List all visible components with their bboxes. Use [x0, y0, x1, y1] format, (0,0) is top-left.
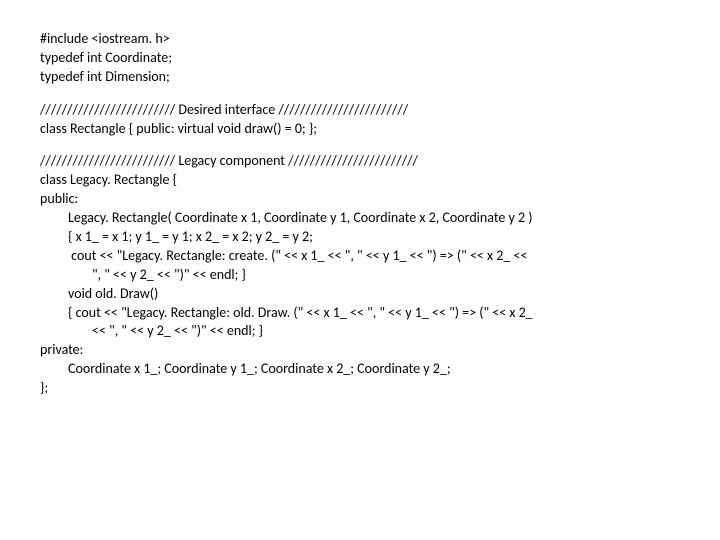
- code-line: class Legacy. Rectangle {: [40, 171, 680, 190]
- code-line: cout << "Legacy. Rectangle: create. (" <…: [40, 247, 680, 266]
- code-line: };: [40, 379, 680, 398]
- section-title: ///////////////////////// Desired interf…: [40, 101, 680, 120]
- code-line: public:: [40, 190, 680, 209]
- code-line: private:: [40, 341, 680, 360]
- code-line: Legacy. Rectangle( Coordinate x 1, Coord…: [40, 209, 680, 228]
- code-line: << ", " << y 2_ << ")" << endl; }: [40, 322, 680, 341]
- code-line: typedef int Coordinate;: [40, 49, 680, 68]
- code-line: #include <iostream. h>: [40, 30, 680, 49]
- code-line: { cout << "Legacy. Rectangle: old. Draw.…: [40, 304, 680, 323]
- code-line: class Rectangle { public: virtual void d…: [40, 120, 680, 139]
- code-line: typedef int Dimension;: [40, 68, 680, 87]
- desired-interface-block: ///////////////////////// Desired interf…: [40, 101, 680, 139]
- code-line: { x 1_ = x 1; y 1_ = y 1; x 2_ = x 2; y …: [40, 228, 680, 247]
- code-line: void old. Draw(): [40, 285, 680, 304]
- code-line: Coordinate x 1_; Coordinate y 1_; Coordi…: [40, 360, 680, 379]
- code-line: ", " << y 2_ << ")" << endl; }: [40, 266, 680, 285]
- section-title: ///////////////////////// Legacy compone…: [40, 152, 680, 171]
- legacy-component-block: ///////////////////////// Legacy compone…: [40, 152, 680, 398]
- header-block: #include <iostream. h> typedef int Coord…: [40, 30, 680, 87]
